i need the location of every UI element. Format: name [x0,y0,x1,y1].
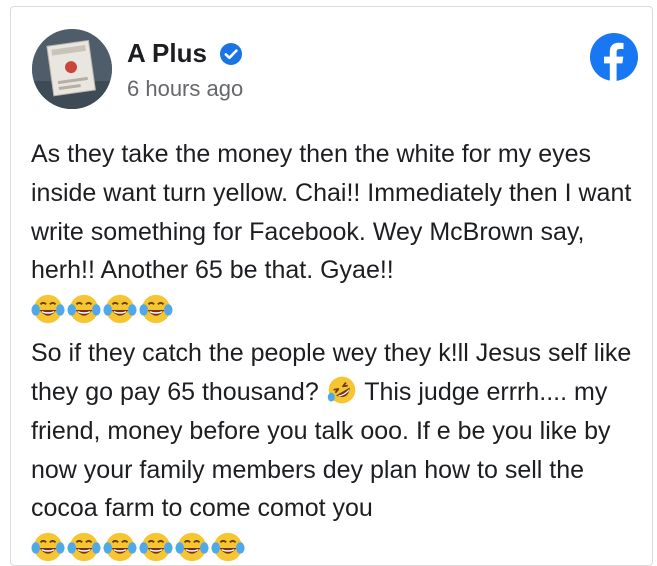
tears-of-joy-emoji-icon [67,533,101,562]
tears-of-joy-emoji-icon [211,533,245,562]
facebook-post-card: A Plus 6 hours ago As they take the mone… [10,6,653,566]
verified-badge-icon [220,43,242,65]
tears-of-joy-emoji-icon [103,533,137,562]
author-name[interactable]: A Plus [127,37,207,69]
rolling-on-floor-laughing-emoji-icon [327,376,356,404]
post-timestamp[interactable]: 6 hours ago [127,75,243,103]
emoji-row-1 [31,290,643,328]
emoji-row-2 [31,528,643,566]
tears-of-joy-emoji-icon [67,295,101,324]
tears-of-joy-emoji-icon [31,533,65,562]
post-paragraph-2: So if they catch the people wey they k!l… [31,334,643,528]
tears-of-joy-emoji-icon [175,533,209,562]
tears-of-joy-emoji-icon [31,295,65,324]
tears-of-joy-emoji-icon [103,295,137,324]
post-body: As they take the money then the white fo… [31,135,643,566]
tears-of-joy-emoji-icon [139,295,173,324]
post-paragraph-1: As they take the money then the white fo… [31,140,632,285]
facebook-logo-icon [590,33,638,81]
author-avatar[interactable] [32,29,112,109]
tears-of-joy-emoji-icon [139,533,173,562]
